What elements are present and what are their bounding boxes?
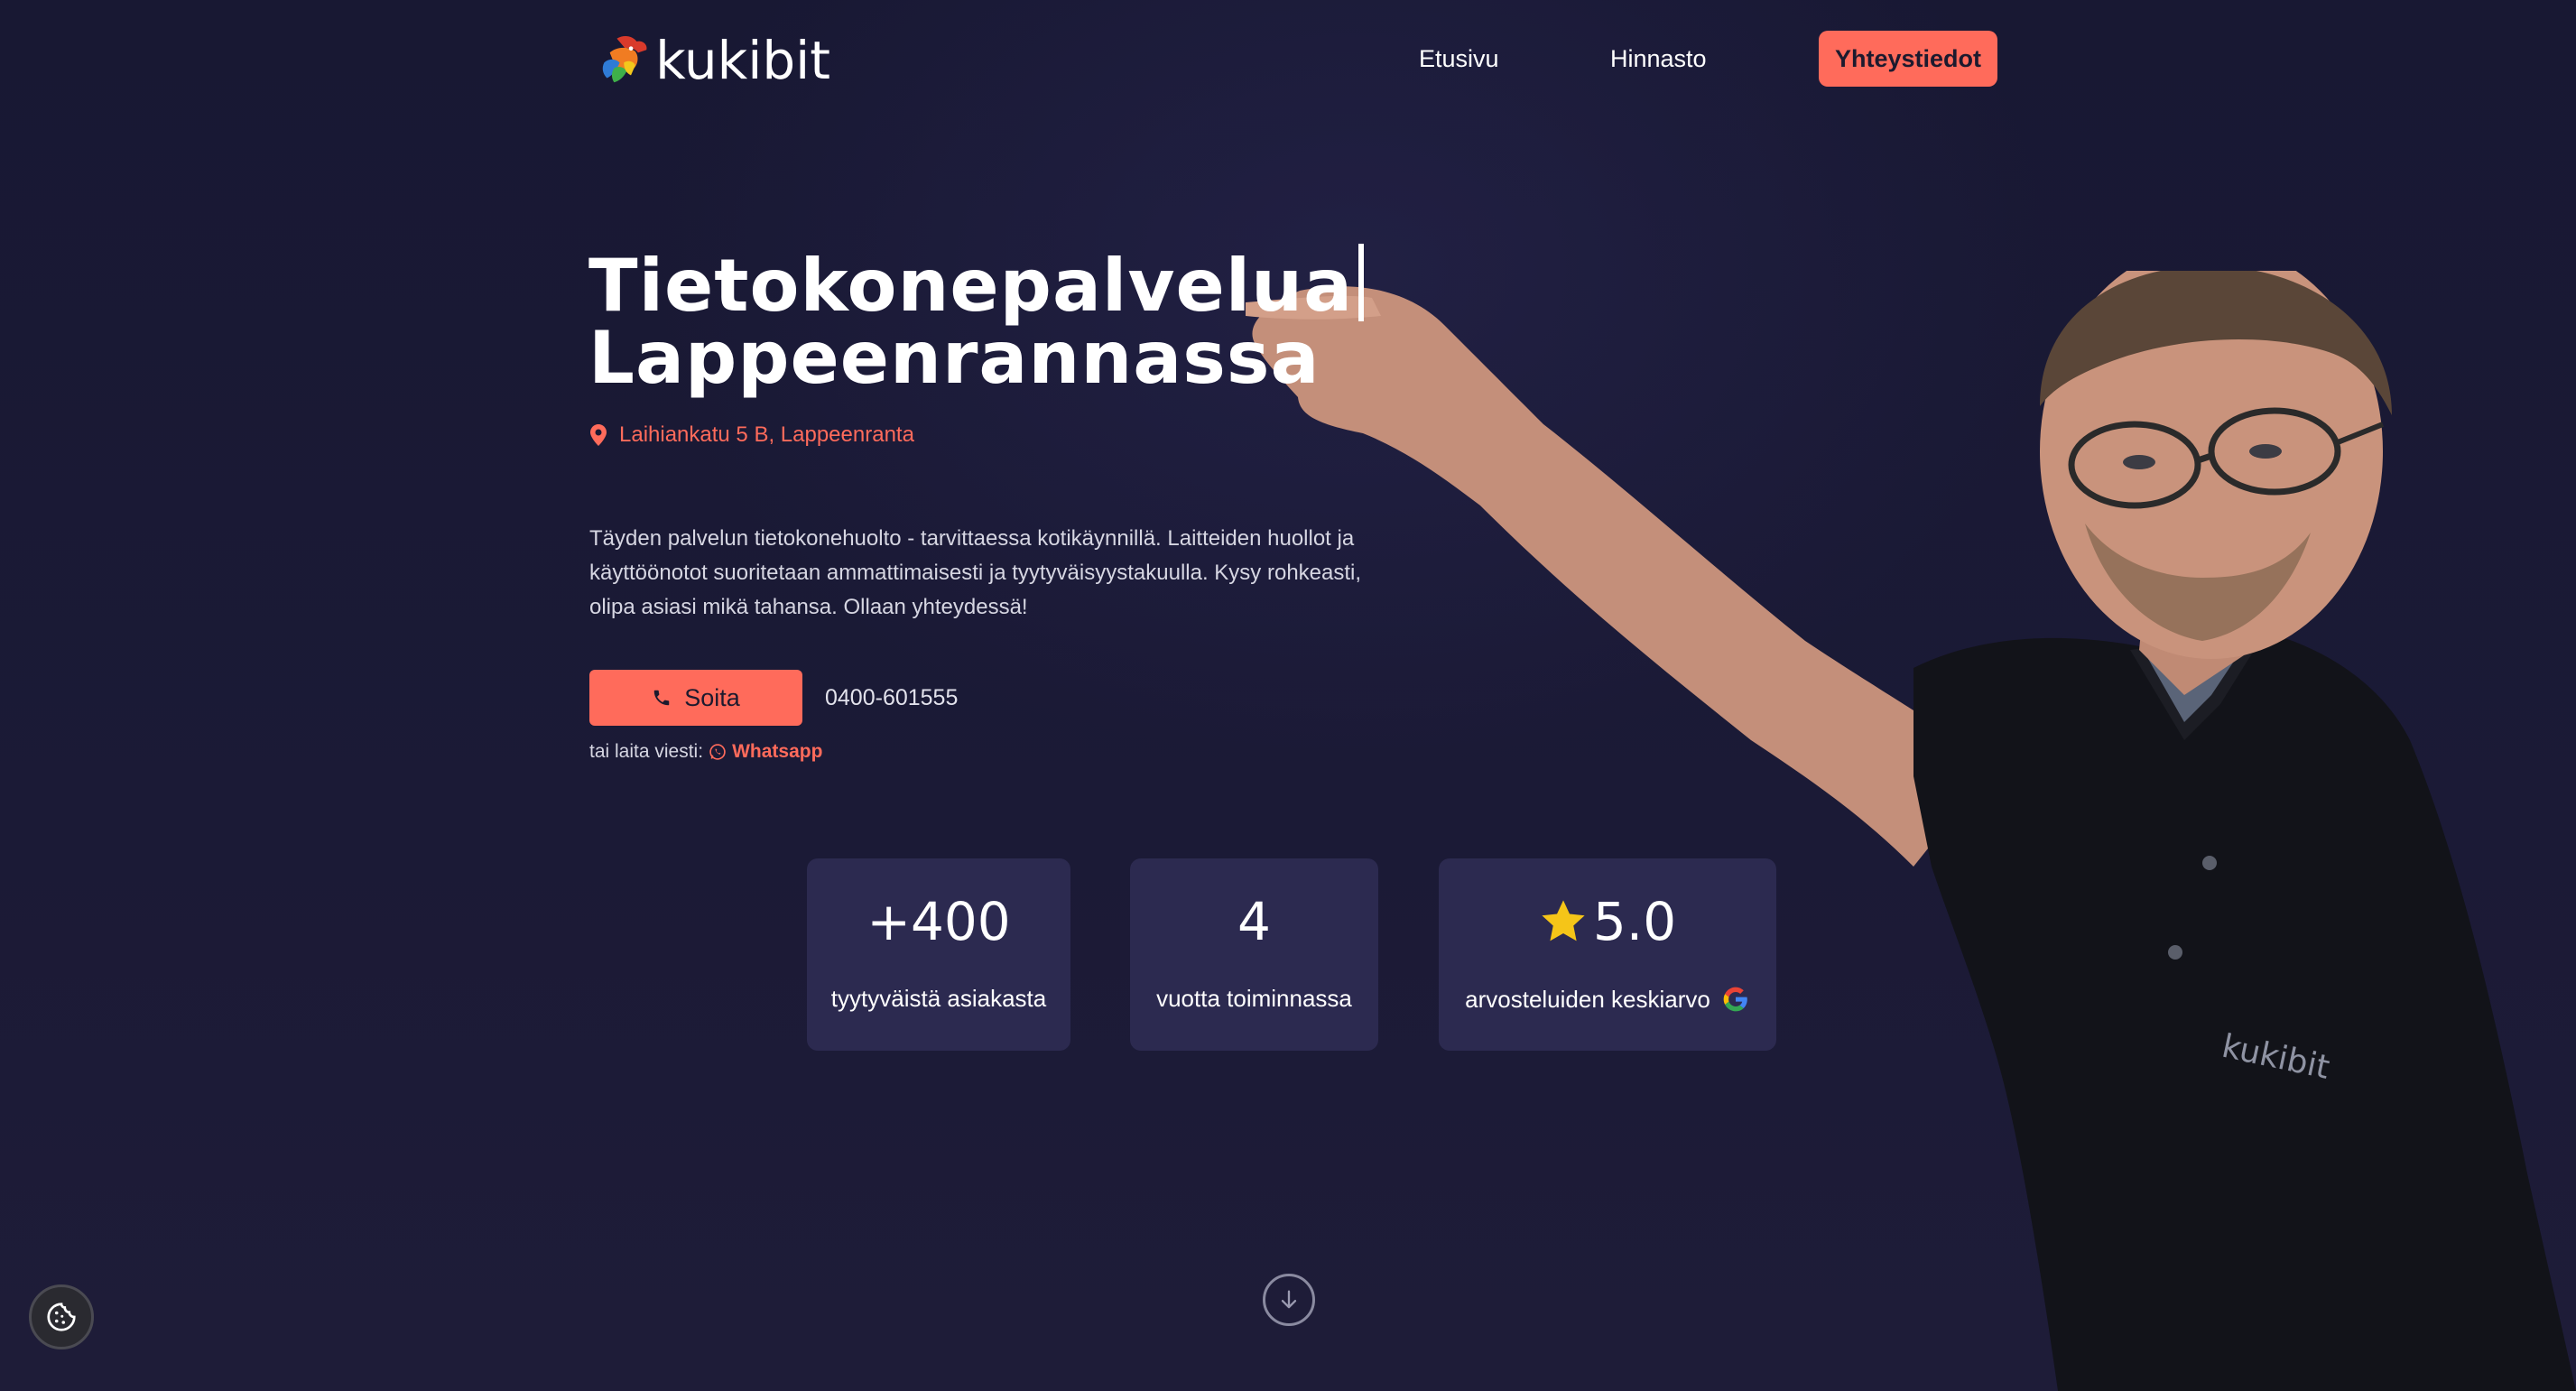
brand-logo[interactable]: kukibit — [596, 20, 830, 101]
call-button-label: Soita — [684, 683, 740, 711]
stat-label: tyytyväistä asiakasta — [830, 985, 1047, 1012]
star-icon — [1542, 900, 1585, 941]
address-text: Laihiankatu 5 B, Lappeenranta — [619, 422, 914, 447]
whatsapp-label: Whatsapp — [732, 741, 823, 762]
call-button[interactable]: Soita — [589, 670, 802, 726]
stat-card-rating[interactable]: 5.0 arvosteluiden keskiarvo — [1439, 858, 1776, 1051]
phone-number[interactable]: 0400-601555 — [825, 685, 958, 711]
stat-value: +400 — [866, 891, 1011, 952]
message-prefix: tai laita viesti: — [589, 741, 704, 762]
cookie-settings-button[interactable] — [29, 1284, 94, 1349]
stat-value-rating: 5.0 — [1439, 891, 1776, 952]
stat-label: vuotta toiminnassa — [1156, 985, 1352, 1012]
nav-pricing-link[interactable]: Hinnasto — [1610, 31, 1707, 87]
nav-home-label: Etusivu — [1419, 44, 1499, 72]
nav-home-link[interactable]: Etusivu — [1419, 31, 1499, 87]
hero-title-line2: Lappeenrannassa — [588, 316, 1320, 400]
nav-contact-button[interactable]: Yhteystiedot — [1819, 31, 1997, 87]
typing-cursor — [1358, 244, 1365, 321]
nav-contact-label: Yhteystiedot — [1834, 44, 1982, 72]
google-icon — [1723, 987, 1747, 1012]
scroll-down-button[interactable] — [1263, 1274, 1315, 1326]
rating-label: arvosteluiden keskiarvo — [1465, 985, 1710, 1013]
brand-name: kukibit — [655, 30, 830, 91]
phone-icon — [653, 690, 670, 706]
whatsapp-link[interactable]: Whatsapp — [709, 741, 822, 763]
address: Laihiankatu 5 B, Lappeenranta — [590, 422, 914, 448]
nav-pricing-label: Hinnasto — [1610, 44, 1707, 72]
rooster-logo-icon — [602, 36, 647, 83]
stat-label-rating: arvosteluiden keskiarvo — [1439, 985, 1776, 1014]
whatsapp-icon — [709, 744, 726, 760]
stat-value: 4 — [1237, 891, 1271, 952]
site-header: kukibit Etusivu Hinnasto Yhteystiedot — [0, 0, 2576, 117]
rating-value: 5.0 — [1592, 891, 1677, 952]
location-pin-icon — [590, 424, 607, 446]
message-row: tai laita viesti: Whatsapp — [589, 741, 822, 763]
cookie-icon — [47, 1303, 76, 1331]
hero-title: Tietokonepalvelua Lappeenrannassa — [588, 244, 1365, 400]
stat-card-years: 4 vuotta toiminnassa — [1130, 858, 1378, 1051]
arrow-down-icon — [1281, 1290, 1297, 1309]
hero-person-image: kukibit — [1246, 271, 2576, 1391]
stat-card-customers: +400 tyytyväistä asiakasta — [807, 858, 1070, 1051]
hero-description: Täyden palvelun tietokonehuolto - tarvit… — [589, 526, 1362, 619]
